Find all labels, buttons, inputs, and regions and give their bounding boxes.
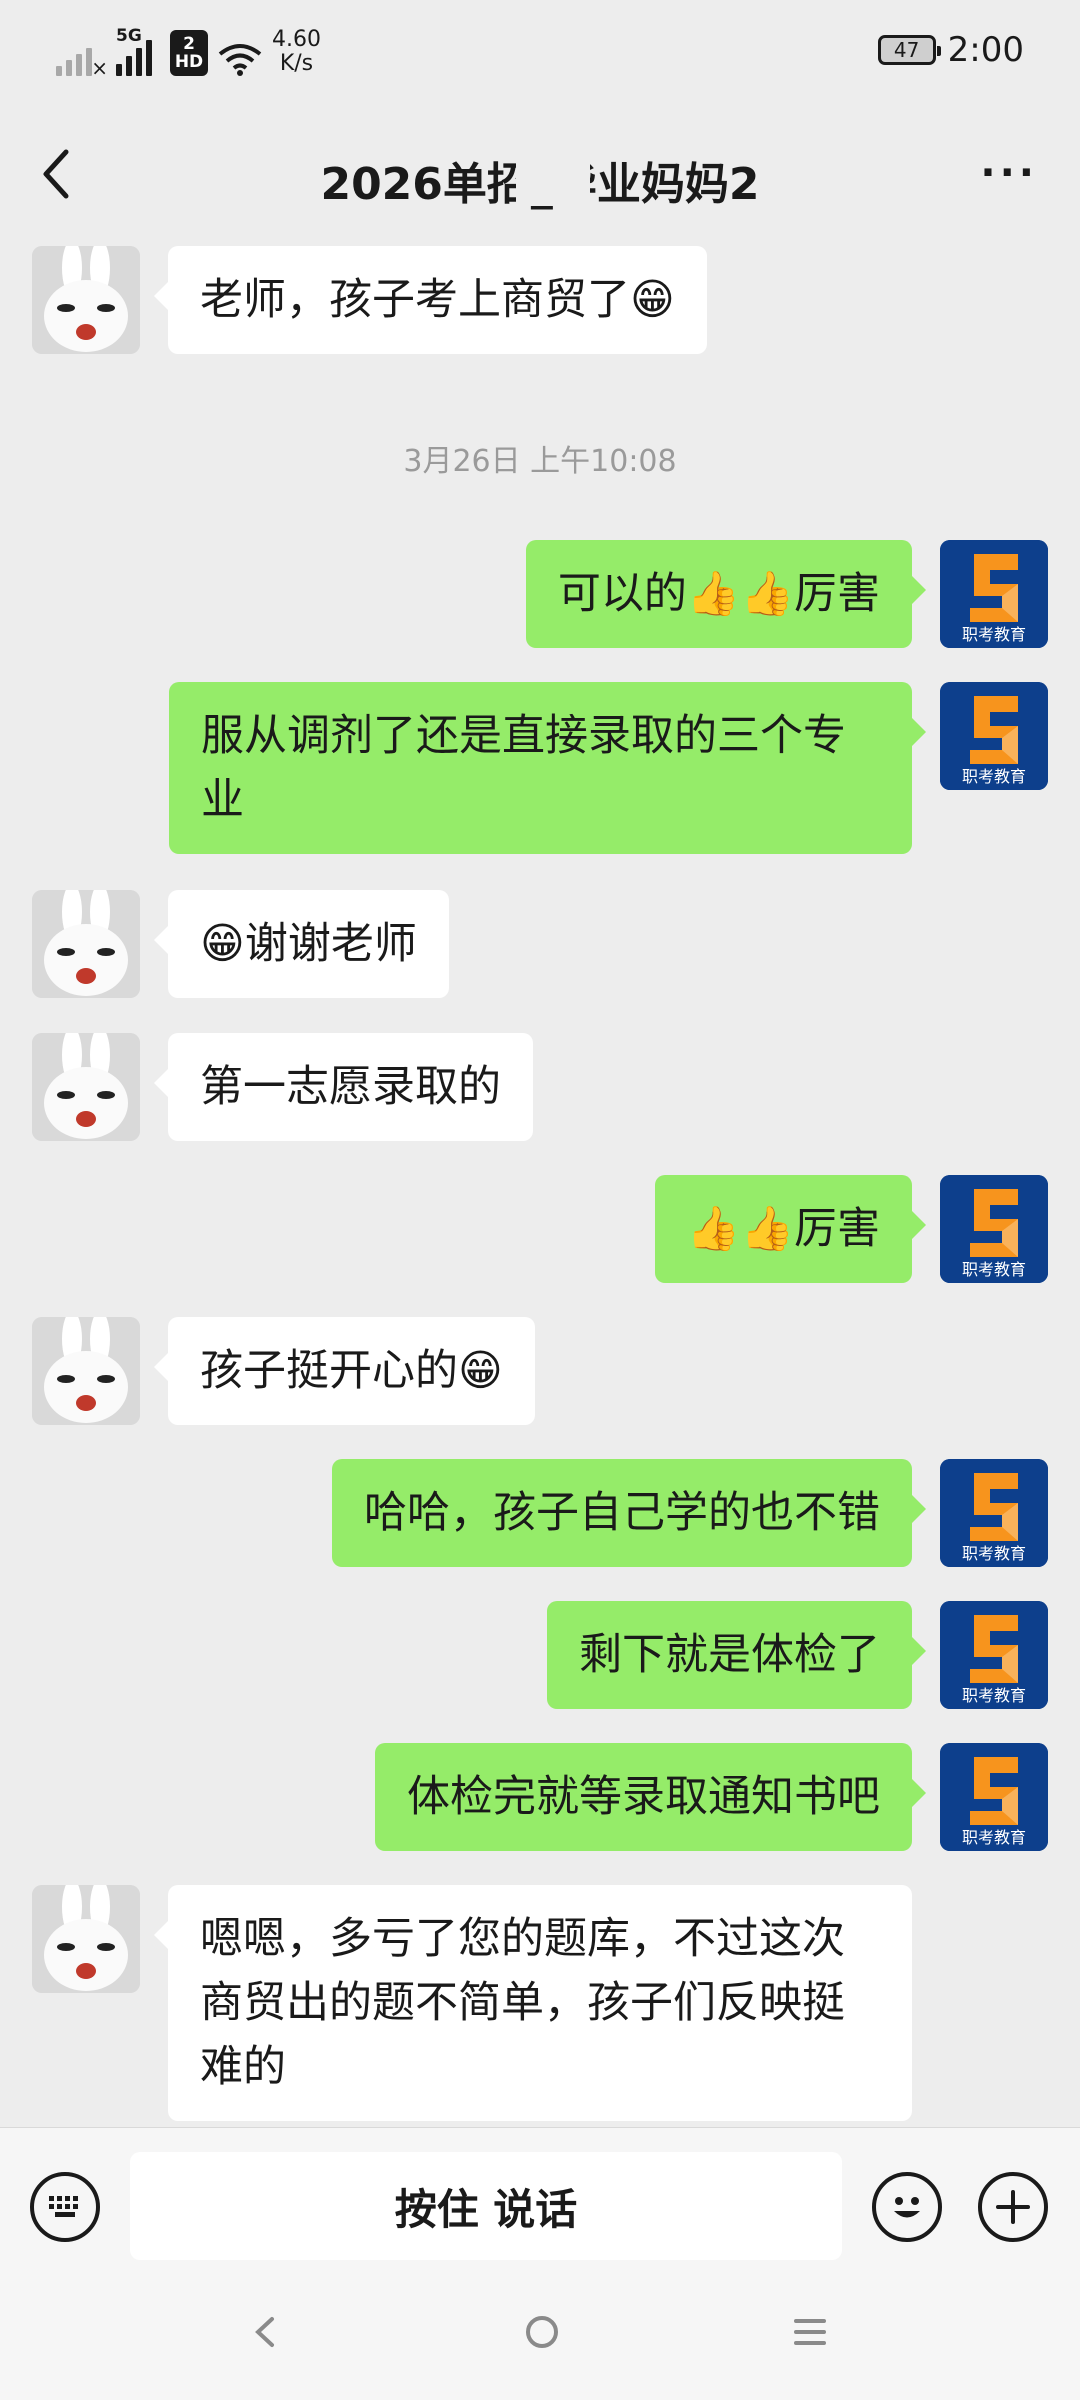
- svg-text:职考教育: 职考教育: [962, 767, 1026, 786]
- message-bubble-outgoing[interactable]: 剩下就是体检了: [547, 1601, 926, 1709]
- contact-avatar[interactable]: [32, 246, 140, 354]
- more-button[interactable]: ···: [980, 148, 1038, 198]
- more-dots-icon: ···: [980, 150, 1038, 196]
- wifi-icon: [218, 44, 262, 76]
- message-bubble-outgoing[interactable]: 哈哈，孩子自己学的也不错: [332, 1459, 926, 1567]
- battery-level: 47: [893, 38, 920, 62]
- hold-to-talk-button[interactable]: 按住 说话: [130, 2152, 842, 2260]
- emoji-icon: [894, 2197, 920, 2218]
- clock: 2:00: [947, 30, 1024, 70]
- input-bar: 按住 说话: [0, 2127, 1080, 2288]
- contact-avatar[interactable]: [32, 1317, 140, 1425]
- nav-home-icon: [526, 2316, 558, 2348]
- signal-sim1-icon: ×: [56, 32, 108, 80]
- nav-home-button[interactable]: [520, 2307, 564, 2368]
- chat-area[interactable]: 老师，孩子考上商贸了😁 3月26日 上午10:08 职考教育 可以的👍👍厉害 职…: [0, 240, 1080, 2127]
- nav-back-button[interactable]: [250, 2307, 280, 2368]
- message-bubble-outgoing[interactable]: 👍👍厉害: [654, 1175, 927, 1283]
- message-bubble-outgoing[interactable]: 体检完就等录取通知书吧: [375, 1743, 926, 1851]
- network-type-label: 5G: [116, 26, 142, 46]
- network-speed: 4.60 K/s: [272, 27, 321, 76]
- message-bubble-incoming[interactable]: 第一志愿录取的: [154, 1033, 533, 1141]
- message-bubble-incoming[interactable]: 孩子挺开心的😁: [154, 1317, 535, 1425]
- svg-text:职考教育: 职考教育: [962, 1260, 1026, 1279]
- contact-avatar[interactable]: [32, 890, 140, 998]
- nav-menu-button[interactable]: [790, 2307, 830, 2368]
- nav-back-icon: [255, 2317, 274, 2347]
- teacher-avatar[interactable]: 职考教育: [940, 682, 1048, 790]
- svg-text:职考教育: 职考教育: [962, 1686, 1026, 1705]
- contact-avatar[interactable]: [32, 1033, 140, 1141]
- emoji-button[interactable]: [872, 2172, 942, 2242]
- title-redaction: [516, 150, 590, 206]
- message-bubble-outgoing[interactable]: 可以的👍👍厉害: [525, 540, 927, 648]
- hd-badge: 2 HD: [170, 30, 208, 76]
- teacher-avatar[interactable]: 职考教育: [940, 540, 1048, 648]
- keyboard-toggle-button[interactable]: [30, 2172, 100, 2242]
- signal-sim2-icon: 5G: [116, 26, 160, 76]
- svg-text:职考教育: 职考教育: [962, 625, 1026, 644]
- chat-timestamp: 3月26日 上午10:08: [403, 444, 677, 479]
- contact-avatar[interactable]: [32, 1885, 140, 1993]
- teacher-avatar[interactable]: 职考教育: [940, 1743, 1048, 1851]
- status-left: × 5G 2 HD 4.60 K/s: [56, 26, 321, 80]
- more-functions-button[interactable]: [978, 2172, 1048, 2242]
- message-bubble-incoming[interactable]: 嗯嗯，多亏了您的题库，不过这次商贸出的题不简单，孩子们反映挺难的: [154, 1885, 912, 2121]
- status-bar: × 5G 2 HD 4.60 K/s 47 2:00: [0, 0, 1080, 110]
- message-bubble-incoming[interactable]: 老师，孩子考上商贸了😁: [154, 246, 707, 354]
- status-right: 47 2:00: [877, 30, 1024, 70]
- message-bubble-outgoing[interactable]: 服从调剂了还是直接录取的三个专业: [169, 682, 926, 854]
- teacher-avatar[interactable]: 职考教育: [940, 1175, 1048, 1283]
- message-bubble-incoming[interactable]: 😁谢谢老师: [154, 890, 449, 998]
- nav-menu-icon: [794, 2319, 826, 2345]
- teacher-avatar[interactable]: 职考教育: [940, 1459, 1048, 1567]
- keyboard-icon: [49, 2196, 78, 2217]
- teacher-avatar[interactable]: 职考教育: [940, 1601, 1048, 1709]
- system-nav-bar: [0, 2287, 1080, 2400]
- plus-icon: [996, 2190, 1030, 2224]
- battery-icon: 47: [877, 35, 941, 65]
- svg-text:职考教育: 职考教育: [962, 1828, 1026, 1847]
- svg-text:职考教育: 职考教育: [962, 1544, 1026, 1563]
